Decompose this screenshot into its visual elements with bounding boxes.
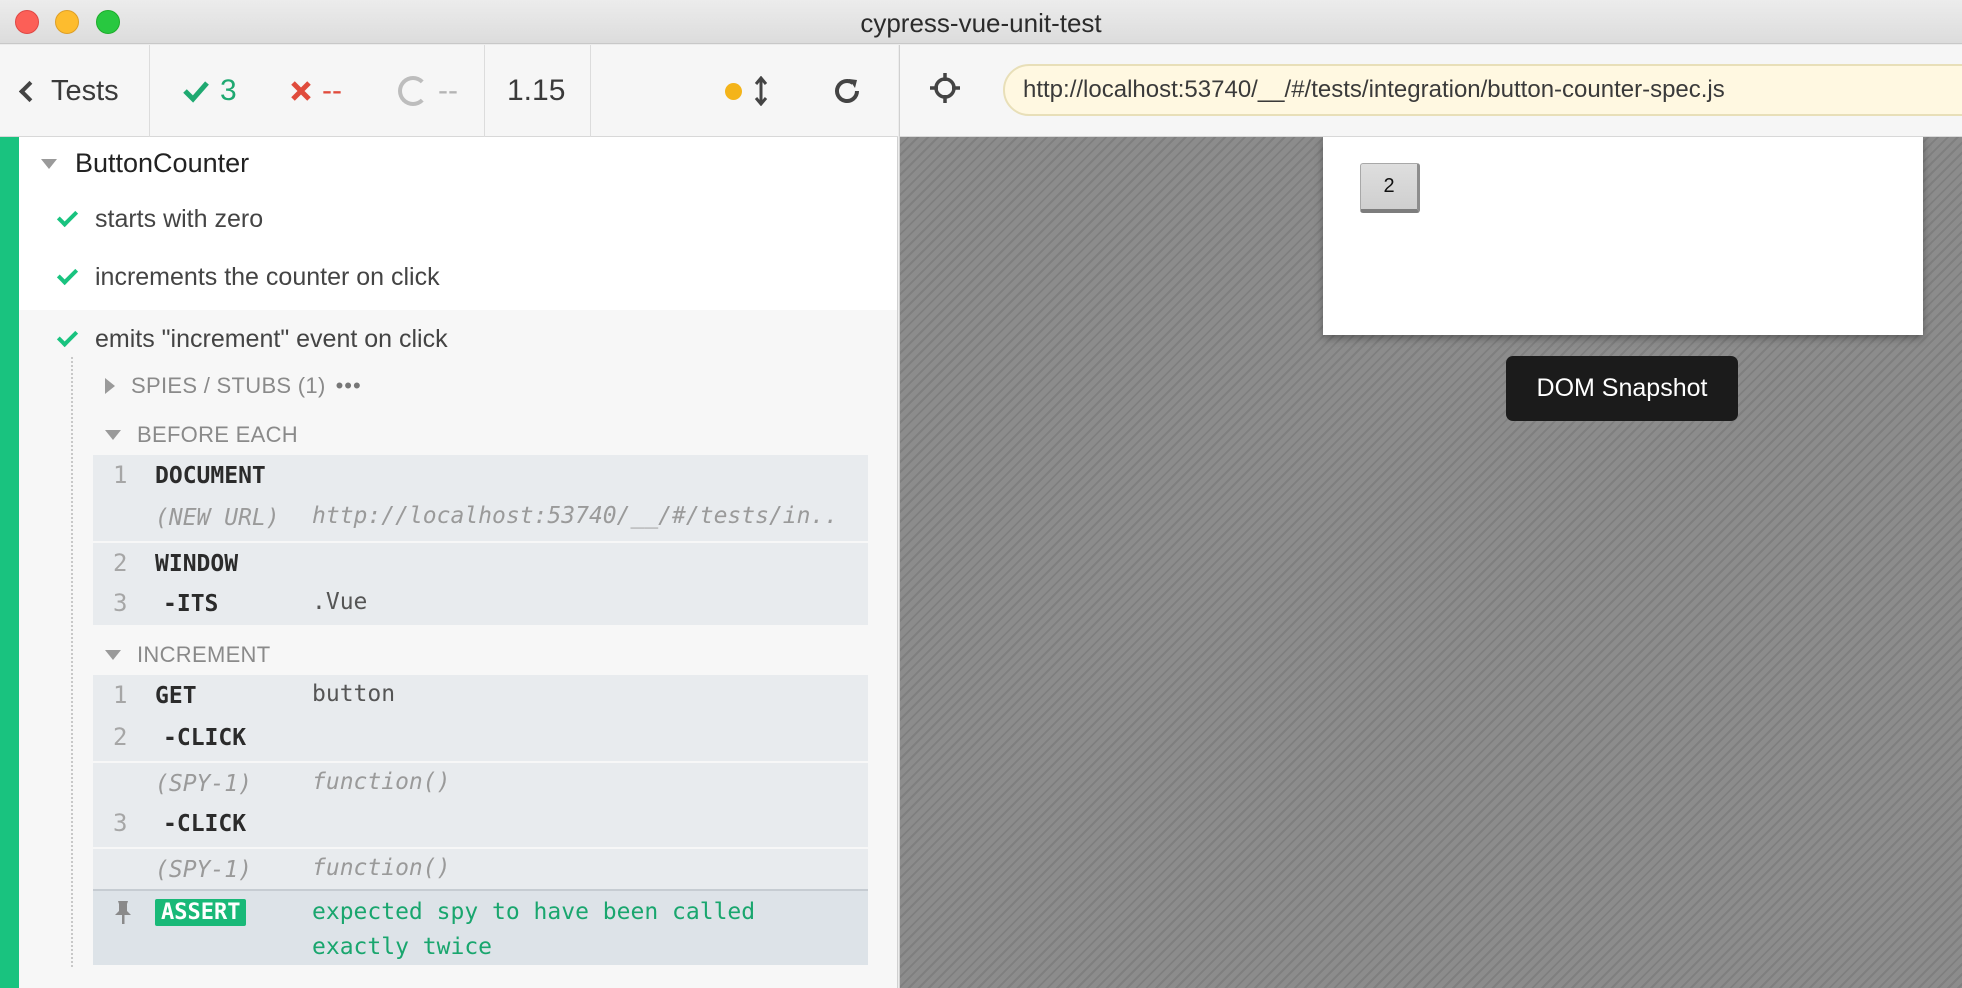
assert-badge: ASSERT	[155, 899, 247, 926]
more-icon[interactable]: •••	[336, 373, 362, 399]
command-message: button	[312, 681, 396, 707]
command-name: -CLICK	[163, 811, 247, 837]
test-title: emits "increment" event on click	[95, 324, 448, 353]
expand-triangle-icon	[105, 378, 115, 394]
failed-count: --	[322, 74, 342, 107]
window-titlebar: cypress-vue-unit-test	[0, 0, 1962, 44]
command-name: (SPY-1)	[155, 771, 252, 797]
suite-header[interactable]: ButtonCounter	[41, 148, 249, 179]
hook-header-increment[interactable]: INCREMENT	[105, 642, 270, 668]
pending-stat: --	[398, 45, 458, 137]
chevron-left-icon	[18, 80, 41, 102]
app-under-test-frame: 2	[1323, 137, 1923, 335]
hook-header-before-each[interactable]: BEFORE EACH	[105, 422, 298, 448]
command-number: 3	[113, 809, 128, 837]
tests-label: Tests	[51, 74, 119, 107]
command-message: http://localhost:53740/__/#/tests/in..	[312, 503, 839, 529]
command-row[interactable]: 1 DOCUMENT	[93, 455, 868, 497]
test-title: starts with zero	[95, 204, 264, 233]
pin-icon	[113, 899, 133, 930]
command-number: 2	[113, 549, 128, 577]
check-icon	[183, 81, 209, 103]
check-icon	[56, 205, 79, 227]
autoscroll-toggle[interactable]	[725, 45, 768, 137]
command-row[interactable]: (SPY-1) function()	[93, 847, 868, 889]
reporter-header: Tests 3 -- -- 1.15	[0, 45, 898, 137]
header-divider	[590, 45, 591, 137]
autoscroll-dot-icon	[725, 82, 742, 100]
header-divider	[484, 45, 485, 137]
test-item[interactable]: starts with zero	[19, 190, 897, 248]
check-icon	[56, 263, 79, 285]
test-title: increments the counter on click	[95, 262, 440, 291]
command-row[interactable]: 3 -ITS .Vue	[93, 583, 868, 625]
command-list: 1 DOCUMENT (NEW URL) http://localhost:53…	[93, 455, 868, 625]
command-number: 1	[113, 461, 128, 489]
aut-header: http://localhost:53740/__/#/tests/integr…	[899, 45, 1962, 137]
command-message: function()	[312, 855, 451, 881]
selector-playground-button[interactable]	[928, 71, 962, 110]
command-row[interactable]: (SPY-1) function()	[93, 761, 868, 803]
collapse-triangle-icon	[41, 158, 57, 169]
runnables-panel: ButtonCounter starts with zero increment…	[0, 137, 898, 988]
hook-guide-line	[71, 357, 73, 967]
command-name: -CLICK	[163, 725, 247, 751]
header-divider	[149, 45, 150, 137]
test-item[interactable]: increments the counter on click	[19, 248, 897, 306]
reload-icon	[835, 79, 859, 103]
pending-ring-icon	[398, 76, 428, 106]
passed-stat: 3	[182, 45, 237, 137]
command-message: function()	[312, 769, 451, 795]
command-number: 2	[113, 723, 128, 751]
collapse-triangle-icon	[105, 650, 121, 660]
command-row[interactable]: 2 WINDOW	[93, 541, 868, 583]
dom-snapshot-tooltip: DOM Snapshot	[1506, 356, 1738, 421]
aut-iframe-area: 2 DOM Snapshot	[899, 137, 1962, 988]
failed-stat: --	[290, 45, 342, 137]
command-row[interactable]: 2 -CLICK	[93, 717, 868, 759]
command-name: (SPY-1)	[155, 857, 252, 883]
duration-label: 1.15	[507, 74, 566, 107]
reload-button[interactable]	[832, 45, 862, 137]
collapse-triangle-icon	[105, 430, 121, 440]
url-bar[interactable]: http://localhost:53740/__/#/tests/integr…	[1003, 64, 1962, 116]
window-title: cypress-vue-unit-test	[860, 8, 1102, 38]
spies-stubs-label: SPIES / STUBS (1)	[131, 373, 326, 398]
command-name: -ITS	[163, 591, 219, 617]
spies-stubs-toggle[interactable]: SPIES / STUBS (1) •••	[105, 373, 362, 399]
check-icon	[56, 325, 79, 347]
command-name: DOCUMENT	[155, 463, 266, 489]
x-icon	[291, 81, 311, 101]
command-number: 1	[113, 681, 128, 709]
command-number: 3	[113, 589, 128, 617]
hook-label: BEFORE EACH	[137, 422, 298, 447]
command-row[interactable]: 3 -CLICK	[93, 803, 868, 845]
command-message: .Vue	[312, 589, 368, 615]
crosshair-icon	[930, 73, 960, 103]
pending-count: --	[438, 74, 458, 107]
command-list: 1 GET button 2 -CLICK (SPY-1) function()…	[93, 675, 868, 889]
vertical-arrows-icon	[754, 76, 768, 106]
assert-command-row[interactable]: ASSERT expected spy to have been called …	[93, 889, 868, 965]
suite-title: ButtonCounter	[75, 148, 250, 178]
command-row[interactable]: 1 GET button	[93, 675, 868, 717]
counter-button[interactable]: 2	[1360, 163, 1420, 213]
command-row[interactable]: (NEW URL) http://localhost:53740/__/#/te…	[93, 497, 868, 539]
assert-message: expected spy to have been called exactly…	[312, 899, 756, 960]
tests-back-link[interactable]: Tests	[18, 45, 119, 137]
command-name: GET	[155, 683, 197, 709]
hook-label: INCREMENT	[137, 642, 271, 667]
suite-passed-indicator	[0, 137, 19, 988]
passed-count: 3	[220, 74, 237, 107]
command-name: (NEW URL)	[155, 505, 280, 531]
command-name: WINDOW	[155, 551, 239, 577]
test-item-active[interactable]: emits "increment" event on click	[19, 310, 897, 368]
